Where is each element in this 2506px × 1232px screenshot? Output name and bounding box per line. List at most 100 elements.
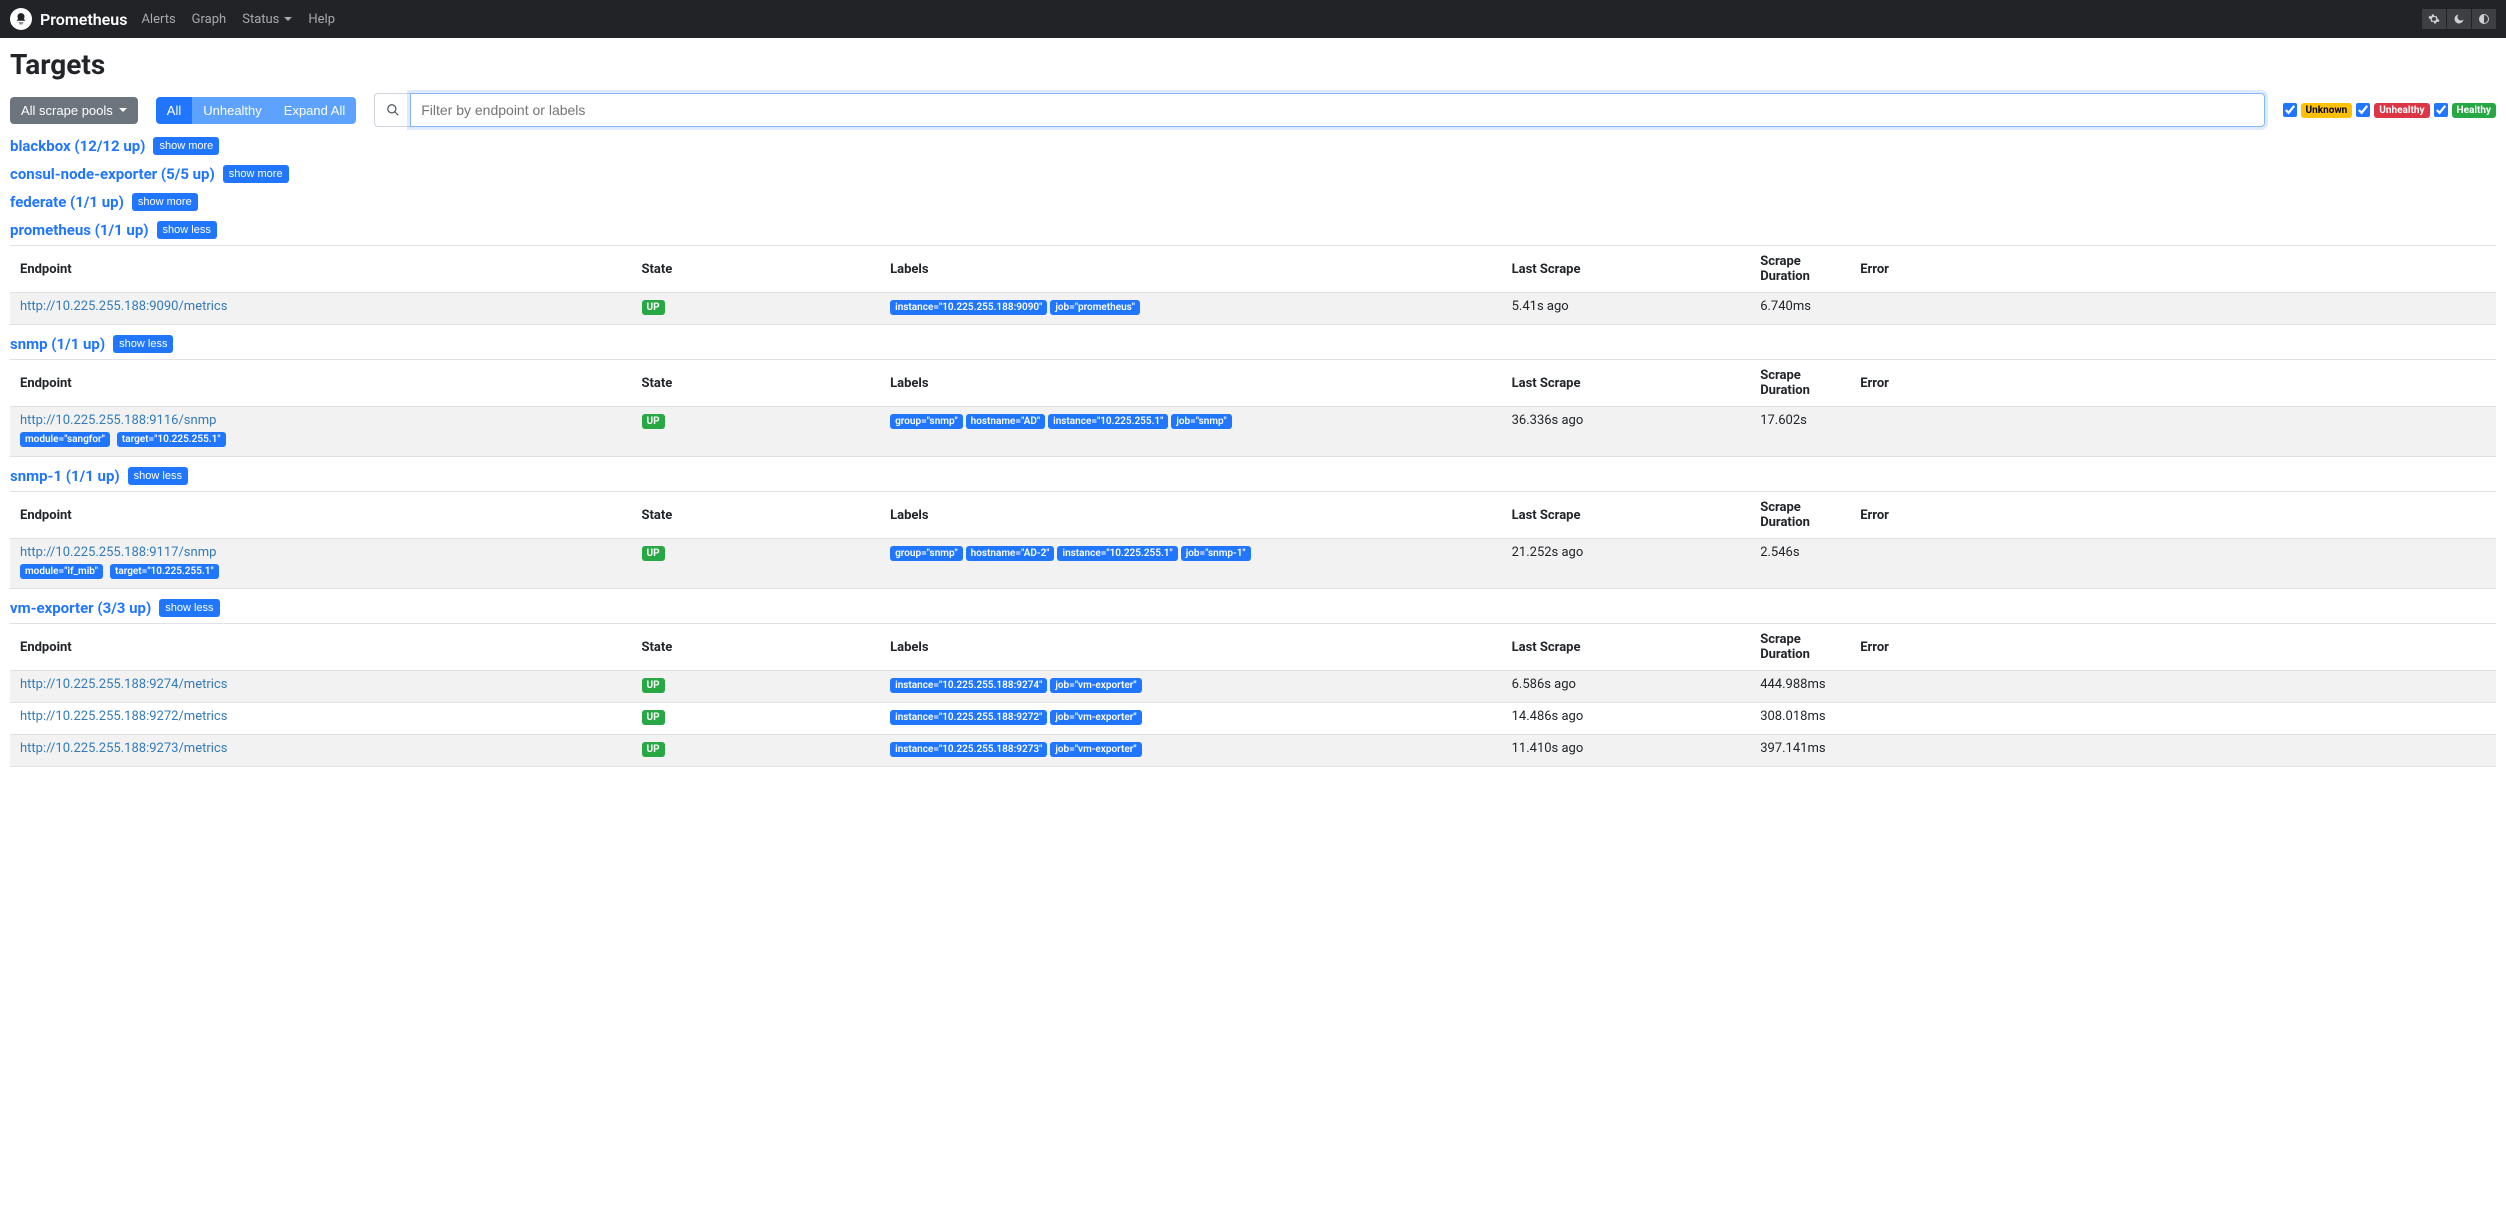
navbar: Prometheus Alerts Graph Status Help [0,0,2506,38]
col-state: State [632,492,881,539]
col-last_scrape: Last Scrape [1502,360,1751,407]
pool-title[interactable]: snmp-1 (1/1 up) [10,467,120,485]
endpoint-link[interactable]: http://10.225.255.188:9272/metrics [20,709,227,724]
endpoint-link[interactable]: http://10.225.255.188:9117/snmp [20,545,216,560]
state-badge: UP [642,678,665,693]
targets-table: EndpointStateLabelsLast ScrapeScrape Dur… [10,623,2496,767]
error-cell [1850,293,2496,325]
scrape-pools-dropdown[interactable]: All scrape pools [10,97,138,124]
scrape-duration: 6.740ms [1750,293,1850,325]
label-badge: instance="10.225.255.188:9274" [890,678,1047,693]
show-more-button[interactable]: show more [153,137,219,155]
show-less-button[interactable]: show less [159,599,219,617]
col-scrape_duration: Scrape Duration [1750,492,1850,539]
col-last_scrape: Last Scrape [1502,246,1751,293]
col-last_scrape: Last Scrape [1502,492,1751,539]
label-badge: instance="10.225.255.188:9272" [890,710,1047,725]
col-error: Error [1850,492,2496,539]
gear-icon[interactable] [2422,9,2446,29]
pool-title[interactable]: snmp (1/1 up) [10,335,105,353]
last-scrape: 14.486s ago [1502,703,1751,735]
targets-table: EndpointStateLabelsLast ScrapeScrape Dur… [10,491,2496,589]
scrape-duration: 397.141ms [1750,735,1850,767]
pool-title[interactable]: consul-node-exporter (5/5 up) [10,165,215,183]
state-badge: UP [642,300,665,315]
label-badge: instance="10.225.255.188:9273" [890,742,1047,757]
error-cell [1850,671,2496,703]
col-labels: Labels [880,246,1502,293]
pool-title[interactable]: federate (1/1 up) [10,193,124,211]
col-labels: Labels [880,360,1502,407]
contrast-icon[interactable] [2472,9,2496,29]
label-badge: hostname="AD-2" [966,546,1055,561]
endpoint-link[interactable]: http://10.225.255.188:9090/metrics [20,299,227,314]
show-less-button[interactable]: show less [128,467,188,485]
navbar-right [2422,9,2496,29]
scrape-duration: 2.546s [1750,539,1850,589]
col-endpoint: Endpoint [10,624,632,671]
unknown-checkbox[interactable] [2283,103,2297,117]
chevron-down-icon [119,108,127,112]
unhealthy-checkbox[interactable] [2356,103,2370,117]
error-cell [1850,703,2496,735]
show-more-button[interactable]: show more [132,193,198,211]
show-more-button[interactable]: show more [223,165,289,183]
brand-title: Prometheus [40,10,127,29]
label-badge: instance="10.225.255.1" [1057,546,1177,561]
filter-input[interactable] [410,93,2264,127]
nav-graph[interactable]: Graph [192,12,227,27]
nav-status[interactable]: Status [242,12,292,27]
scrape-duration: 444.988ms [1750,671,1850,703]
brand[interactable]: Prometheus [10,8,127,30]
pool-header: snmp-1 (1/1 up) show less [10,467,2496,485]
pool-header: consul-node-exporter (5/5 up) show more [10,165,2496,183]
expand-all-button[interactable]: Expand All [273,97,356,124]
table-row: http://10.225.255.188:9117/snmpmodule="i… [10,539,2496,589]
col-state: State [632,246,881,293]
targets-table: EndpointStateLabelsLast ScrapeScrape Dur… [10,359,2496,457]
show-less-button[interactable]: show less [157,221,217,239]
nav-links: Alerts Graph Status Help [141,12,335,27]
col-error: Error [1850,624,2496,671]
pool-header: prometheus (1/1 up) show less [10,221,2496,239]
last-scrape: 21.252s ago [1502,539,1751,589]
filter-all-button[interactable]: All [156,97,192,124]
col-state: State [632,624,881,671]
last-scrape: 6.586s ago [1502,671,1751,703]
filter-unhealthy-button[interactable]: Unhealthy [192,97,273,124]
col-scrape_duration: Scrape Duration [1750,246,1850,293]
health-toggles: Unknown Unhealthy Healthy [2283,103,2496,118]
pool-header: vm-exporter (3/3 up) show less [10,599,2496,617]
prometheus-logo-icon [10,8,32,30]
col-labels: Labels [880,492,1502,539]
show-less-button[interactable]: show less [113,335,173,353]
col-scrape_duration: Scrape Duration [1750,360,1850,407]
label-badge: job="vm-exporter" [1050,742,1141,757]
state-badge: UP [642,710,665,725]
endpoint-link[interactable]: http://10.225.255.188:9274/metrics [20,677,227,692]
pool-title[interactable]: prometheus (1/1 up) [10,221,149,239]
endpoint-link[interactable]: http://10.225.255.188:9273/metrics [20,741,227,756]
col-state: State [632,360,881,407]
endpoint-param-badge: module="sangfor" [20,432,110,447]
page-title: Targets [10,48,2496,81]
scrape-duration: 17.602s [1750,407,1850,457]
table-row: http://10.225.255.188:9090/metrics UP inst… [10,293,2496,325]
nav-help[interactable]: Help [308,12,335,27]
label-badge: job="vm-exporter" [1050,678,1141,693]
col-endpoint: Endpoint [10,492,632,539]
nav-alerts[interactable]: Alerts [141,12,175,27]
healthy-checkbox[interactable] [2434,103,2448,117]
col-scrape_duration: Scrape Duration [1750,624,1850,671]
filter-buttons: All Unhealthy Expand All [156,97,356,124]
pool-title[interactable]: vm-exporter (3/3 up) [10,599,151,617]
table-row: http://10.225.255.188:9274/metrics UP inst… [10,671,2496,703]
label-badge: instance="10.225.255.188:9090" [890,300,1047,315]
scrape-duration: 308.018ms [1750,703,1850,735]
pool-title[interactable]: blackbox (12/12 up) [10,137,145,155]
moon-icon[interactable] [2447,9,2471,29]
col-endpoint: Endpoint [10,360,632,407]
healthy-badge: Healthy [2452,103,2496,118]
endpoint-link[interactable]: http://10.225.255.188:9116/snmp [20,413,216,428]
label-badge: job="snmp" [1171,414,1231,429]
